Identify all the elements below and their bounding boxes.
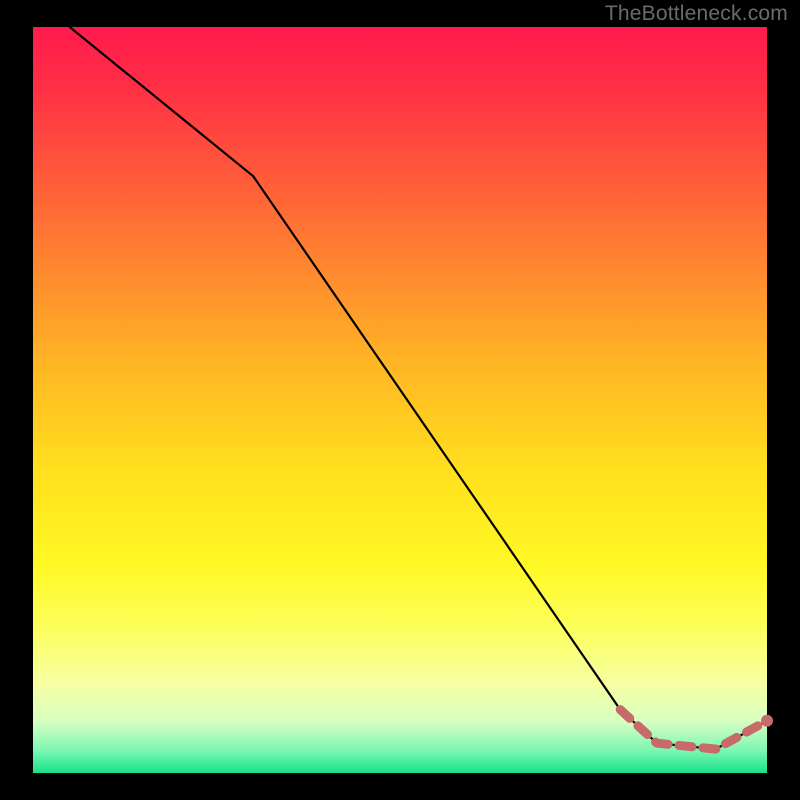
watermark-text: TheBottleneck.com: [605, 2, 788, 26]
dashed-segment: [620, 710, 767, 750]
chart-overlay-svg: [33, 27, 767, 773]
chart-frame: TheBottleneck.com: [0, 0, 800, 800]
end-dot: [761, 715, 773, 727]
main-curve: [70, 27, 767, 749]
